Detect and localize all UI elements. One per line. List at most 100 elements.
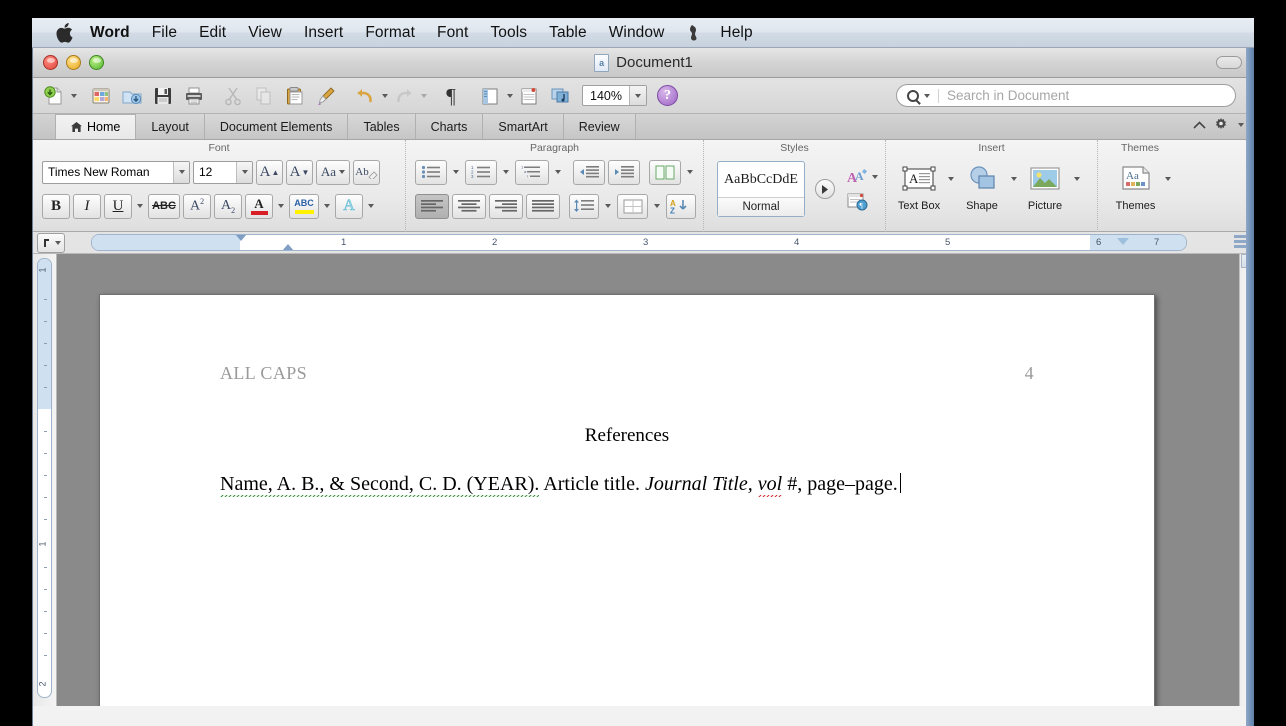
redo-dropdown-icon[interactable] bbox=[421, 93, 427, 98]
menu-item-tools[interactable]: Tools bbox=[479, 18, 538, 48]
decrease-indent-button[interactable] bbox=[573, 159, 605, 185]
chevron-up-icon[interactable] bbox=[1193, 121, 1206, 129]
sidebar-panel-icon[interactable] bbox=[475, 81, 505, 111]
zoom-control[interactable]: 140% bbox=[582, 85, 647, 106]
open-button[interactable] bbox=[117, 81, 147, 111]
font-size-combo[interactable]: 12 bbox=[193, 160, 253, 184]
tab-tables[interactable]: Tables bbox=[347, 114, 416, 139]
toolbar-toggle-button[interactable] bbox=[1216, 56, 1242, 69]
line-spacing-button[interactable] bbox=[569, 193, 600, 219]
picture-dropdown-icon[interactable] bbox=[1074, 177, 1080, 181]
themes-dropdown-icon[interactable] bbox=[1164, 177, 1171, 181]
gear-icon[interactable] bbox=[1214, 118, 1227, 131]
themes-button[interactable]: Aa Themes bbox=[1110, 159, 1162, 212]
vertical-ruler[interactable]: 1 1 2 bbox=[33, 254, 57, 706]
strikethrough-button[interactable]: ABC bbox=[148, 193, 180, 219]
document-page[interactable]: ALL CAPS 4 References Name, A. B., & Sec… bbox=[99, 294, 1155, 706]
undo-button[interactable] bbox=[350, 81, 380, 111]
tab-home[interactable]: Home bbox=[55, 114, 137, 139]
format-painter-button[interactable] bbox=[311, 81, 341, 111]
menu-item-view[interactable]: View bbox=[237, 18, 293, 48]
italic-button[interactable]: I bbox=[73, 193, 101, 219]
superscript-button[interactable]: A2 bbox=[183, 193, 211, 219]
template-gallery-button[interactable] bbox=[86, 81, 116, 111]
font-color-button[interactable]: A bbox=[245, 193, 273, 219]
page-header[interactable]: ALL CAPS 4 bbox=[220, 363, 1034, 384]
underline-button[interactable]: U bbox=[104, 193, 132, 219]
pilcrow-icon[interactable]: ¶ bbox=[436, 81, 466, 111]
clear-formatting-button[interactable]: Ab bbox=[353, 159, 380, 185]
menu-item-window[interactable]: Window bbox=[598, 18, 676, 48]
new-document-dropdown-icon[interactable] bbox=[71, 93, 77, 98]
multilevel-list-dropdown-icon[interactable] bbox=[555, 170, 561, 174]
cut-button[interactable] bbox=[218, 81, 248, 111]
document-canvas[interactable]: ALL CAPS 4 References Name, A. B., & Sec… bbox=[57, 254, 1254, 706]
search-input[interactable]: Search in Document bbox=[896, 84, 1236, 107]
bulleted-list-button[interactable] bbox=[415, 159, 447, 185]
underline-dropdown-icon[interactable] bbox=[137, 204, 143, 208]
sort-button[interactable]: A Z bbox=[665, 193, 697, 219]
tab-smartart[interactable]: SmartArt bbox=[482, 114, 564, 139]
font-color-dropdown-icon[interactable] bbox=[278, 204, 284, 208]
shape-dropdown-icon[interactable] bbox=[1011, 177, 1017, 181]
align-center-button[interactable] bbox=[452, 193, 487, 219]
menu-item-file[interactable]: File bbox=[141, 18, 188, 48]
new-document-button[interactable] bbox=[39, 81, 69, 111]
manage-styles-button[interactable]: ¶ bbox=[847, 192, 878, 212]
multilevel-list-button[interactable]: 1 a i bbox=[515, 159, 549, 185]
apple-logo-icon[interactable] bbox=[56, 22, 73, 43]
insert-text-box-button[interactable]: A Text Box bbox=[893, 159, 945, 212]
text-box-dropdown-icon[interactable] bbox=[948, 177, 954, 181]
grow-font-button[interactable]: A ▲ bbox=[256, 159, 283, 185]
numbered-list-dropdown-icon[interactable] bbox=[503, 170, 509, 174]
print-button[interactable] bbox=[179, 81, 209, 111]
zoom-button[interactable] bbox=[89, 55, 104, 70]
columns-dropdown-icon[interactable] bbox=[687, 170, 693, 174]
bulleted-list-dropdown-icon[interactable] bbox=[453, 170, 459, 174]
minimize-button[interactable] bbox=[66, 55, 81, 70]
subscript-button[interactable]: A2 bbox=[214, 193, 242, 219]
tab-charts[interactable]: Charts bbox=[414, 114, 484, 139]
menu-item-help[interactable]: Help bbox=[709, 18, 763, 48]
align-right-button[interactable] bbox=[489, 193, 524, 219]
highlight-button[interactable]: ABC bbox=[289, 193, 319, 219]
ribbon-options-dropdown-icon[interactable] bbox=[1238, 122, 1244, 127]
notebook-icon[interactable] bbox=[514, 81, 544, 111]
styles-pane-dropdown-icon[interactable] bbox=[872, 174, 878, 179]
bold-button[interactable]: B bbox=[42, 193, 70, 219]
justify-button[interactable] bbox=[526, 193, 561, 219]
text-effects-dropdown-icon[interactable] bbox=[368, 204, 374, 208]
tab-document-elements[interactable]: Document Elements bbox=[203, 114, 349, 139]
right-indent-marker[interactable] bbox=[1117, 238, 1129, 245]
shrink-font-button[interactable]: A ▼ bbox=[286, 159, 313, 185]
line-spacing-dropdown-icon[interactable] bbox=[605, 204, 612, 208]
style-normal[interactable]: AaBbCcDdE Normal bbox=[717, 161, 805, 217]
highlight-dropdown-icon[interactable] bbox=[324, 204, 330, 208]
borders-dropdown-icon[interactable] bbox=[653, 204, 660, 208]
help-button[interactable]: ? bbox=[656, 85, 678, 106]
document-body-text[interactable]: Name, A. B., & Second, C. D. (YEAR). Art… bbox=[220, 473, 1094, 499]
media-browser-icon[interactable] bbox=[545, 81, 575, 111]
save-button[interactable] bbox=[148, 81, 178, 111]
insert-picture-button[interactable]: Picture bbox=[1019, 159, 1071, 212]
insert-shape-button[interactable]: Shape bbox=[956, 159, 1008, 212]
styles-pane-button[interactable]: A A bbox=[847, 167, 878, 187]
numbered-list-button[interactable]: 1 2 3 bbox=[465, 159, 497, 185]
horizontal-ruler[interactable]: 1 2 3 4 5 6 7 bbox=[91, 234, 1187, 251]
undo-dropdown-icon[interactable] bbox=[382, 93, 388, 98]
hanging-indent-marker[interactable] bbox=[282, 244, 294, 250]
menu-item-font[interactable]: Font bbox=[426, 18, 479, 48]
borders-button[interactable] bbox=[617, 193, 648, 219]
left-tab-stop-icon[interactable] bbox=[37, 232, 65, 253]
styles-next-button[interactable] bbox=[815, 179, 835, 199]
word-app-icon[interactable] bbox=[675, 24, 709, 41]
columns-button[interactable] bbox=[649, 159, 681, 185]
align-left-button[interactable] bbox=[415, 193, 450, 219]
change-case-button[interactable]: Aa bbox=[316, 159, 350, 185]
menu-item-table[interactable]: Table bbox=[538, 18, 598, 48]
zoom-dropdown-icon[interactable] bbox=[628, 86, 646, 105]
text-effects-button[interactable]: A bbox=[335, 193, 363, 219]
close-button[interactable] bbox=[43, 55, 58, 70]
menu-item-word[interactable]: Word bbox=[79, 18, 141, 48]
tab-layout[interactable]: Layout bbox=[135, 114, 205, 139]
